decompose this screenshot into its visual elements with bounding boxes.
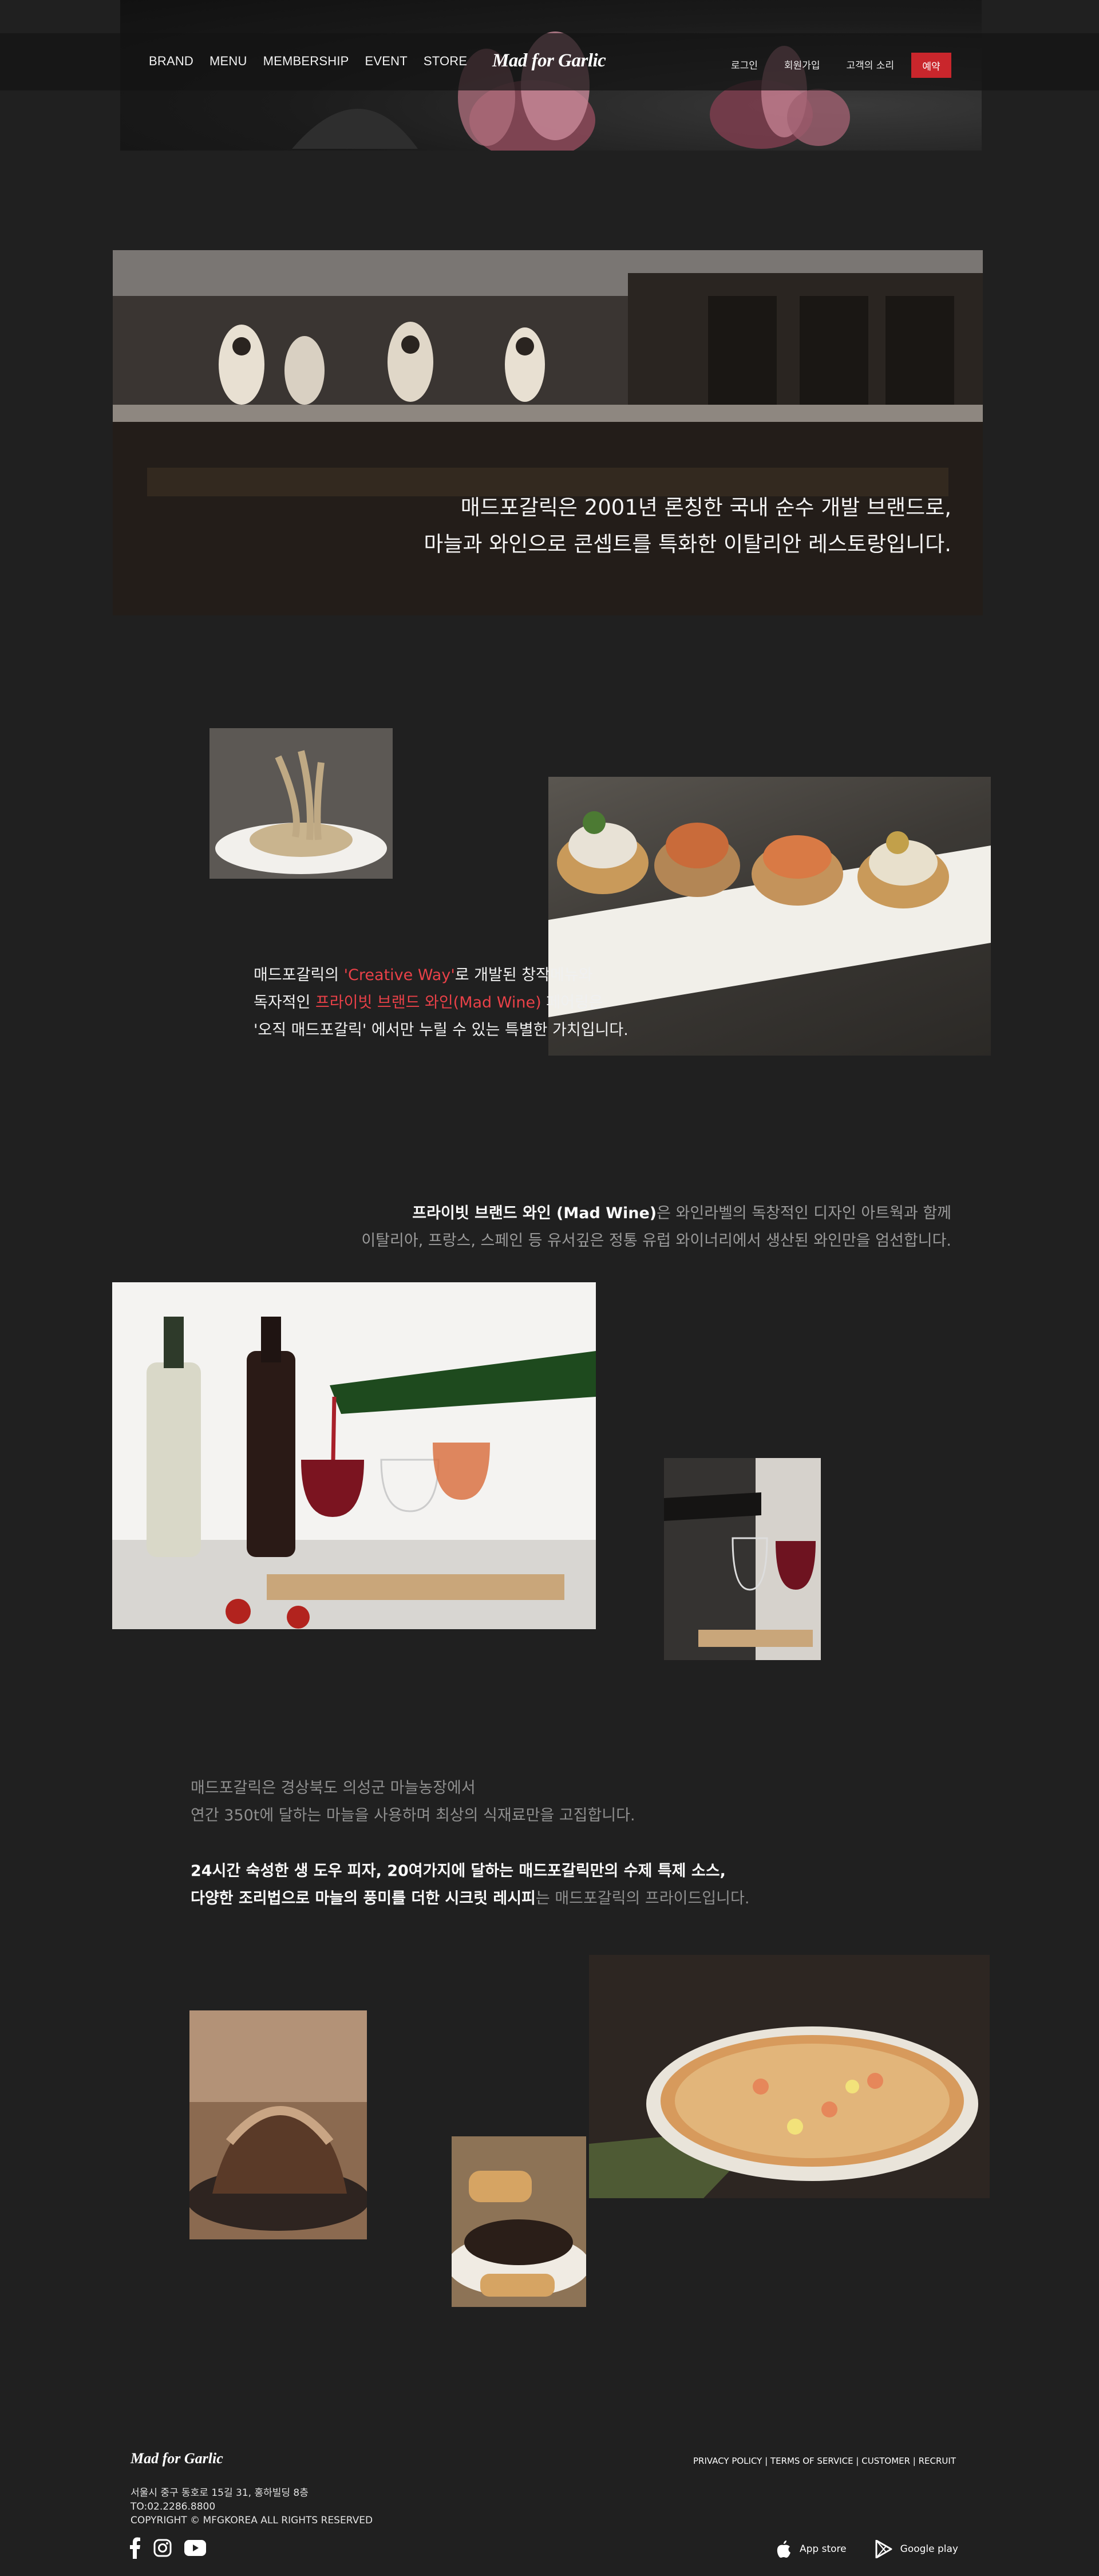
wine-illustration (112, 1282, 596, 1629)
footer-info: 서울시 중구 동호로 15길 31, 홍하빌딩 8층 TO:02.2286.88… (131, 2486, 373, 2527)
main-nav: BRAND MENU MEMBERSHIP EVENT STORE (149, 54, 483, 69)
nav-brand[interactable]: BRAND (149, 54, 193, 69)
footer-copyright: COPYRIGHT © MFGKOREA ALL RIGHTS RESERVED (131, 2515, 373, 2526)
creative-l3: '오직 매드포갈릭' 에서만 누릴 수 있는 특별한 가치입니다. (254, 1021, 628, 1039)
footer-links[interactable]: PRIVACY POLICY | TERMS OF SERVICE | CUST… (693, 2456, 956, 2466)
wine-tasting-photo (664, 1458, 821, 1660)
google-play-label: Google play (900, 2543, 958, 2555)
creative-l1c: 로 개발된 창작메뉴와 (454, 966, 593, 984)
nav-membership[interactable]: MEMBERSHIP (263, 54, 349, 69)
brand-intro-text: 매드포갈릭은 2001년 론칭한 국내 순수 개발 브랜드로, 마늘과 와인으로… (424, 489, 951, 563)
signature-recipe-text: 24시간 숙성한 생 도우 피자, 20여가지에 달하는 매드포갈릭만의 수제 … (191, 1858, 749, 1913)
creative-l2c: 페어링은 (541, 994, 603, 1012)
intro-line-1: 매드포갈릭은 2001년 론칭한 국내 순수 개발 브랜드로, (460, 495, 951, 520)
garlic-l2: 연간 350t에 달하는 마늘을 사용하며 최상의 식재료만을 고집합니다. (191, 1807, 635, 1824)
social-links (129, 2537, 206, 2559)
intro-line-2: 마늘과 와인으로 콘셉트를 특화한 이탈리안 레스토랑입니다. (424, 532, 951, 556)
creative-l1a: 매드포갈릭의 (254, 966, 344, 984)
user-nav: 로그인 회원가입 고객의 소리 (731, 57, 920, 72)
app-store-label: App store (800, 2543, 847, 2555)
mad-wine-title: 프라이빗 브랜드 와인 (Mad Wine) (412, 1204, 657, 1222)
footer-logo[interactable]: Mad for Garlic (131, 2450, 223, 2467)
wine-description: 프라이빗 브랜드 와인 (Mad Wine)은 와인라벨의 독창적인 디자인 아… (361, 1200, 951, 1255)
footer-tel: TO:02.2286.8800 (131, 2501, 216, 2512)
nav-store[interactable]: STORE (424, 54, 467, 69)
nav-event[interactable]: EVENT (365, 54, 408, 69)
google-play-icon (875, 2540, 892, 2558)
steak-illustration (189, 2010, 367, 2239)
pasta-illustration (209, 728, 393, 879)
creative-l2a: 독자적인 (254, 994, 315, 1012)
facebook-icon[interactable] (129, 2537, 141, 2559)
brand-logo[interactable]: Mad for Garlic (492, 50, 606, 72)
mad-wine-highlight: 프라이빗 브랜드 와인(Mad Wine) (315, 994, 541, 1012)
secret-recipe-highlight: 다양한 조리법으로 마늘의 풍미를 더한 시크릿 레시피 (191, 1890, 536, 1907)
reserve-button[interactable]: 예약 (911, 53, 951, 78)
garlic-bread-photo (452, 2136, 586, 2307)
pizza-photo (589, 1955, 990, 2198)
kitchen-image: 매드포갈릭은 2001년 론칭한 국내 순수 개발 브랜드로, 마늘과 와인으로… (113, 250, 983, 615)
pasta-photo (209, 728, 393, 879)
app-store-badge[interactable]: App store (776, 2539, 847, 2559)
bread-illustration (452, 2136, 586, 2307)
garlic-l4-rest: 는 매드포갈릭의 프라이드입니다. (535, 1890, 750, 1907)
nav-menu[interactable]: MENU (209, 54, 247, 69)
footer-address: 서울시 중구 동호로 15길 31, 홍하빌딩 8층 (131, 2487, 309, 2499)
wine-pouring-photo (112, 1282, 596, 1629)
steak-photo (189, 2010, 367, 2239)
pizza-illustration (589, 1955, 990, 2198)
signup-link[interactable]: 회원가입 (784, 57, 820, 72)
google-play-badge[interactable]: Google play (875, 2540, 958, 2558)
youtube-icon[interactable] (184, 2540, 206, 2556)
apple-icon (777, 2541, 791, 2558)
wine-l1-rest: 은 와인라벨의 독창적인 디자인 아트웍과 함께 (657, 1204, 951, 1222)
instagram-icon[interactable] (153, 2539, 172, 2557)
garlic-l3: 24시간 숙성한 생 도우 피자, 20여가지에 달하는 매드포갈릭만의 수제 … (191, 1862, 726, 1880)
customer-voice-link[interactable]: 고객의 소리 (846, 57, 894, 72)
wine-l2: 이탈리아, 프랑스, 스페인 등 유서깊은 정통 유럽 와이너리에서 생산된 와… (361, 1232, 951, 1250)
creative-way-text: 매드포갈릭의 'Creative Way'로 개발된 창작메뉴와 독자적인 프라… (254, 962, 628, 1044)
wine-tasting-illustration (664, 1458, 821, 1660)
app-store-links: App store Google play (776, 2539, 958, 2559)
garlic-farm-text: 매드포갈릭은 경상북도 의성군 마늘농장에서 연간 350t에 달하는 마늘을 … (191, 1775, 635, 1830)
garlic-l1: 매드포갈릭은 경상북도 의성군 마늘농장에서 (191, 1779, 476, 1797)
login-link[interactable]: 로그인 (731, 57, 758, 72)
creative-way-highlight: 'Creative Way' (343, 966, 455, 984)
